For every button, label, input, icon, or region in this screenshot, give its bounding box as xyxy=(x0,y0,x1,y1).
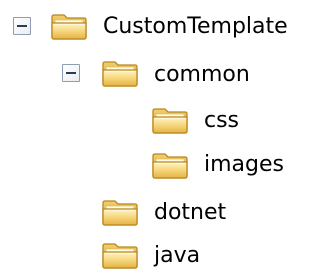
tree-node-label: css xyxy=(204,108,240,133)
folder-icon xyxy=(151,105,189,135)
tree-node-label: dotnet xyxy=(154,200,227,225)
tree-node-label: common xyxy=(154,62,250,87)
collapse-root-toggle[interactable] xyxy=(13,17,31,35)
tree-node-images[interactable]: images xyxy=(204,145,284,185)
tree-node-label: java xyxy=(154,243,201,268)
folder-icon xyxy=(101,240,139,270)
folder-icon xyxy=(50,11,88,41)
folder-tree: CustomTemplate common css images dotnet … xyxy=(0,0,320,270)
tree-node-customtemplate[interactable]: CustomTemplate xyxy=(103,7,288,47)
collapse-common-toggle[interactable] xyxy=(62,64,80,82)
folder-icon xyxy=(101,58,139,88)
tree-node-dotnet[interactable]: dotnet xyxy=(154,193,226,233)
folder-icon xyxy=(101,197,139,227)
tree-node-css[interactable]: css xyxy=(204,101,239,141)
tree-node-java[interactable]: java xyxy=(154,236,200,276)
folder-icon xyxy=(151,150,189,180)
tree-node-label: CustomTemplate xyxy=(103,14,288,39)
tree-node-label: images xyxy=(204,152,284,177)
tree-node-common[interactable]: common xyxy=(154,55,250,95)
